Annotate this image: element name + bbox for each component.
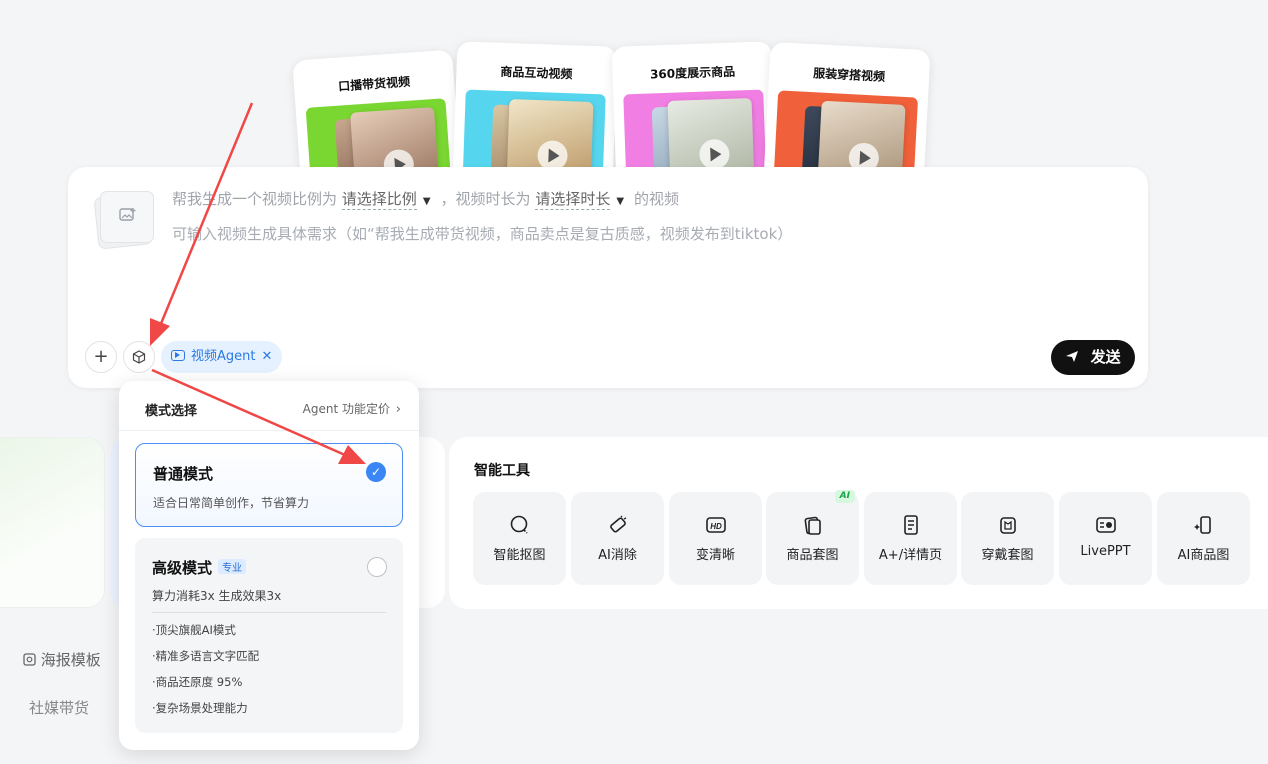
add-button[interactable]: + (85, 341, 117, 373)
tool-ai-product-image[interactable]: AI商品图 (1157, 492, 1250, 585)
normal-mode-option[interactable]: 普通模式 适合日常简单创作，节省算力 ✓ (135, 443, 403, 527)
ai-product-icon (1157, 514, 1250, 538)
template-card-interactive[interactable]: 商品互动视频 (452, 41, 618, 187)
product-set-icon (766, 514, 859, 538)
tool-detail-page[interactable]: A+/详情页 (864, 492, 957, 585)
send-button[interactable]: 发送 (1051, 340, 1135, 375)
duration-select[interactable]: 请选择时长 (535, 190, 611, 210)
image-upload-slot[interactable] (92, 187, 154, 250)
lasso-icon (473, 514, 566, 538)
poster-icon (23, 651, 41, 669)
nav-poster-templates[interactable]: 海报模板 (23, 649, 101, 670)
nav-social-commerce[interactable]: 社媒带货 (29, 697, 89, 718)
feature-card[interactable] (0, 437, 105, 608)
send-icon (1065, 348, 1090, 366)
tools-title: 智能工具 (474, 463, 530, 479)
ppt-icon (1059, 514, 1152, 538)
tool-apparel-set[interactable]: 穿戴套图 (961, 492, 1054, 585)
smart-tools-panel: 智能工具 智能抠图 AI消除 HD 变清晰 AI 商品套图 A+/详情页 穿戴套… (449, 437, 1268, 609)
agent-pricing-link[interactable]: Agent 功能定价 › (303, 400, 401, 417)
feature-item: ·复杂场景处理能力 (152, 701, 248, 715)
tool-product-set[interactable]: AI 商品套图 (766, 490, 859, 585)
divider (152, 612, 386, 613)
feature-item: ·精准多语言文字匹配 (152, 649, 260, 663)
tool-liveppt[interactable]: LivePPT (1059, 492, 1152, 585)
chevron-down-icon[interactable]: ▼ (616, 196, 624, 207)
chevron-right-icon: › (395, 402, 401, 417)
template-card-title: 360度展示商品 (649, 64, 736, 82)
tool-ai-erase[interactable]: AI消除 (571, 492, 664, 585)
radio-button[interactable] (367, 557, 387, 577)
prompt-composer: 帮我生成一个视频比例为 请选择比例 ▼ ，视频时长为 请选择时长 ▼ 的视频 可输入视频… (68, 167, 1148, 388)
cube-icon (132, 346, 146, 367)
feature-item: ·顶尖旗舰AI模式 (152, 623, 236, 637)
template-card-title: 口播带货视频 (337, 74, 411, 94)
feature-item: ·商品还原度 95% (152, 675, 243, 689)
chevron-down-icon[interactable]: ▼ (423, 196, 431, 207)
detail-page-icon (864, 514, 957, 538)
prompt-template-line: 帮我生成一个视频比例为 请选择比例 ▼ ，视频时长为 请选择时长 ▼ 的视频 (172, 190, 680, 210)
video-agent-chip[interactable]: 视频Agent ✕ (161, 341, 283, 373)
add-image-icon (119, 207, 137, 227)
apparel-icon (961, 514, 1054, 538)
prompt-input[interactable]: 可输入视频生成具体需求（如“帮我生成带货视频，商品卖点是复古质感，视频发布到ti… (172, 223, 792, 244)
eraser-icon (571, 514, 664, 538)
advanced-mode-option[interactable]: 高级模式 专业 算力消耗3x 生成效果3x ·顶尖旗舰AI模式 ·精准多语言文字匹… (135, 538, 403, 733)
close-icon[interactable]: ✕ (261, 349, 272, 364)
template-card-360[interactable]: 360度展示商品 (611, 41, 777, 187)
divider (119, 430, 419, 431)
tool-sharpen[interactable]: HD 变清晰 (669, 492, 762, 585)
tool-smart-cutout[interactable]: 智能抠图 (473, 492, 566, 585)
plus-icon: + (93, 346, 109, 367)
popup-title: 模式选择 (145, 404, 198, 419)
template-card-title: 服装穿搭视频 (812, 66, 886, 84)
mode-select-popup: 模式选择 Agent 功能定价 › 普通模式 适合日常简单创作，节省算力 ✓ 高… (119, 381, 419, 750)
hd-icon: HD (669, 514, 762, 538)
template-card-title: 商品互动视频 (500, 64, 573, 82)
mode-select-button[interactable] (123, 341, 155, 373)
video-icon (171, 350, 185, 361)
svg-text:HD: HD (710, 522, 722, 531)
ai-badge: AI (834, 490, 855, 503)
pro-badge: 专业 (218, 559, 247, 574)
ratio-select[interactable]: 请选择比例 (341, 190, 417, 210)
check-icon[interactable]: ✓ (366, 462, 386, 482)
